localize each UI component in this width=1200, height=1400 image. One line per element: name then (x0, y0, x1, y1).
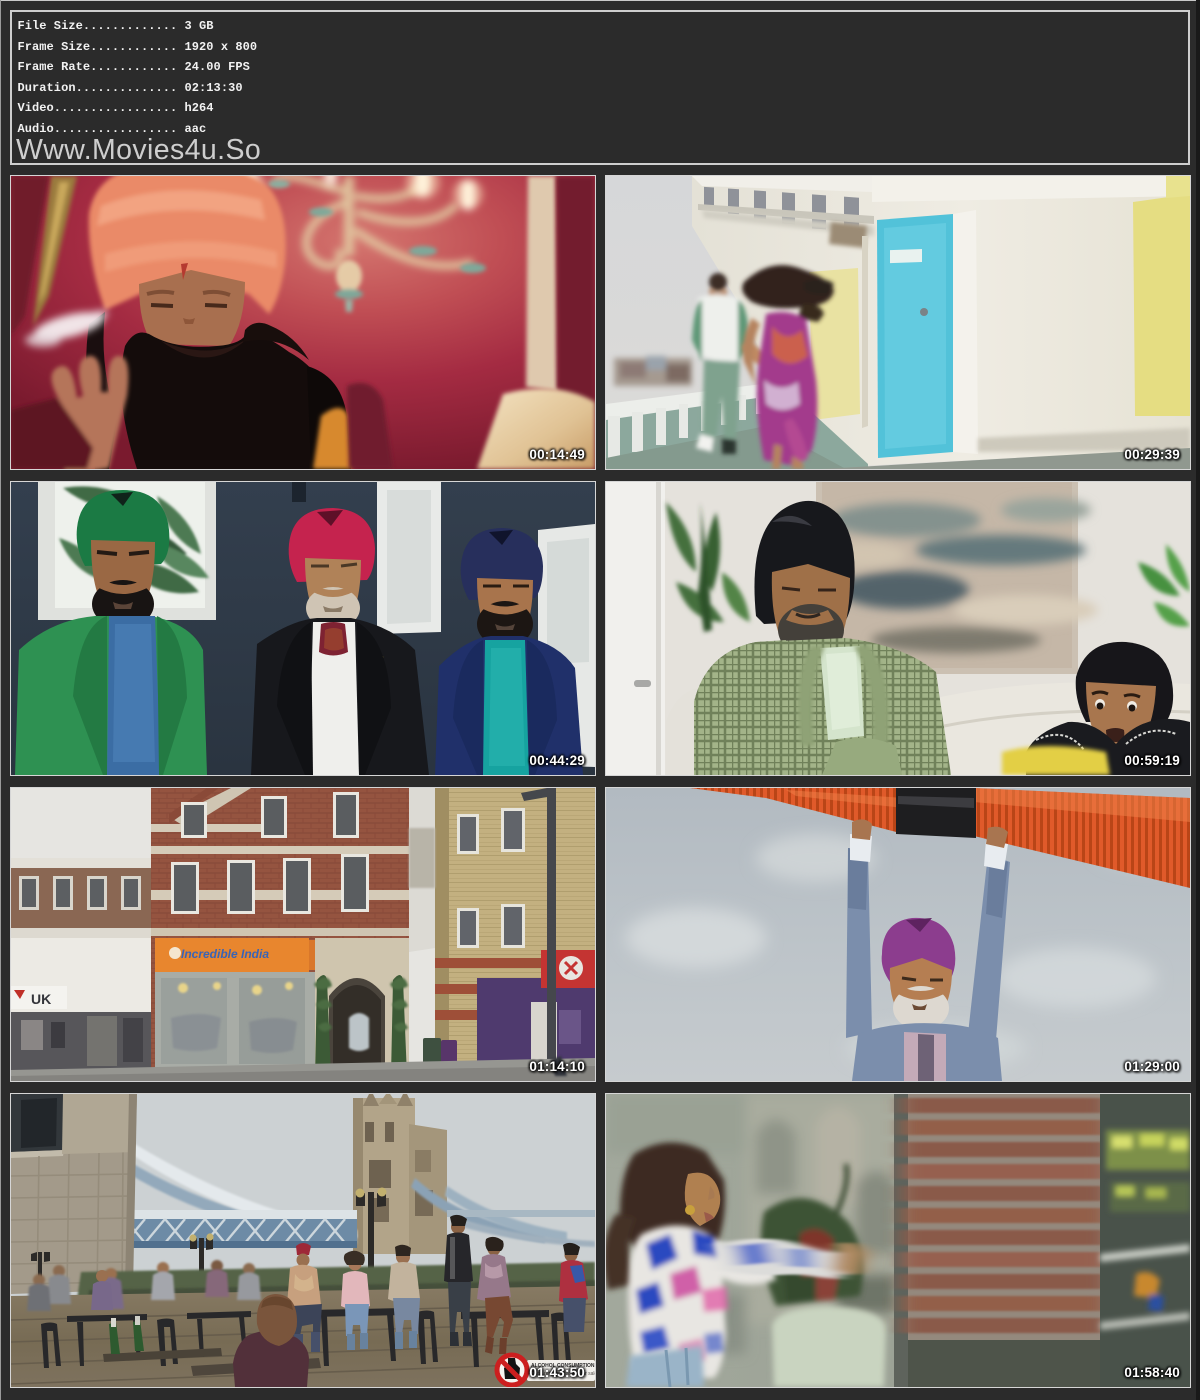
svg-text:Incredible India: Incredible India (181, 947, 269, 961)
svg-text:UK: UK (31, 991, 51, 1007)
